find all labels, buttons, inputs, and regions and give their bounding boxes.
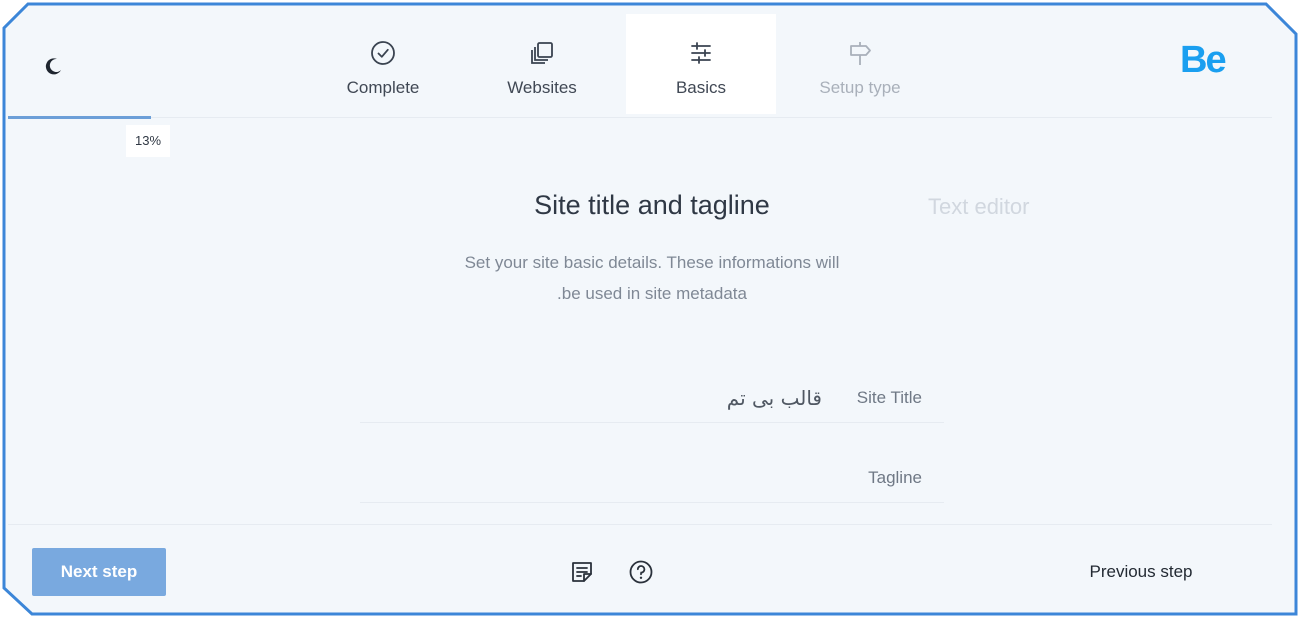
brand-logo: Be <box>1180 39 1227 78</box>
page-title: Site title and tagline <box>534 190 770 220</box>
tagline-label: Tagline <box>868 468 922 487</box>
signpost-icon <box>850 42 871 65</box>
progress-track <box>8 117 1272 118</box>
check-circle-icon <box>371 41 395 65</box>
tab-websites[interactable]: Websites <box>467 14 617 114</box>
site-title-label: Site Title <box>856 388 922 407</box>
previous-step-button[interactable]: Previous step <box>1068 552 1214 592</box>
next-step-button[interactable]: Next step <box>32 548 166 596</box>
help-icon[interactable] <box>628 559 654 585</box>
tab-label: Websites <box>507 78 577 97</box>
divider <box>360 502 944 503</box>
svg-text:Be: Be <box>1180 39 1225 78</box>
site-title-input[interactable] <box>402 380 822 416</box>
setup-wizard: Complete Websites Basics Setup type Be 1… <box>8 8 1292 612</box>
tab-label: Basics <box>675 78 727 97</box>
tab-basics[interactable]: Basics <box>626 14 776 114</box>
tab-complete[interactable]: Complete <box>308 14 458 114</box>
page-description: Set your site basic details. These infor… <box>464 253 840 272</box>
progress-fill <box>8 116 151 119</box>
footer-divider <box>8 524 1272 525</box>
divider <box>360 422 944 423</box>
progress-percent: 13% <box>126 125 170 157</box>
page-description-cont: .be used in site metadata <box>557 284 747 303</box>
moon-icon[interactable] <box>44 56 64 76</box>
copies-icon <box>531 42 553 64</box>
tab-label: Complete <box>346 78 420 97</box>
tab-label: Setup type <box>819 78 901 97</box>
tab-setup-type: Setup type <box>785 14 935 114</box>
tagline-input[interactable] <box>360 460 830 496</box>
sliders-icon <box>691 42 711 64</box>
text-editor-link[interactable]: Text editor <box>928 194 1030 220</box>
notes-icon[interactable] <box>569 559 595 585</box>
